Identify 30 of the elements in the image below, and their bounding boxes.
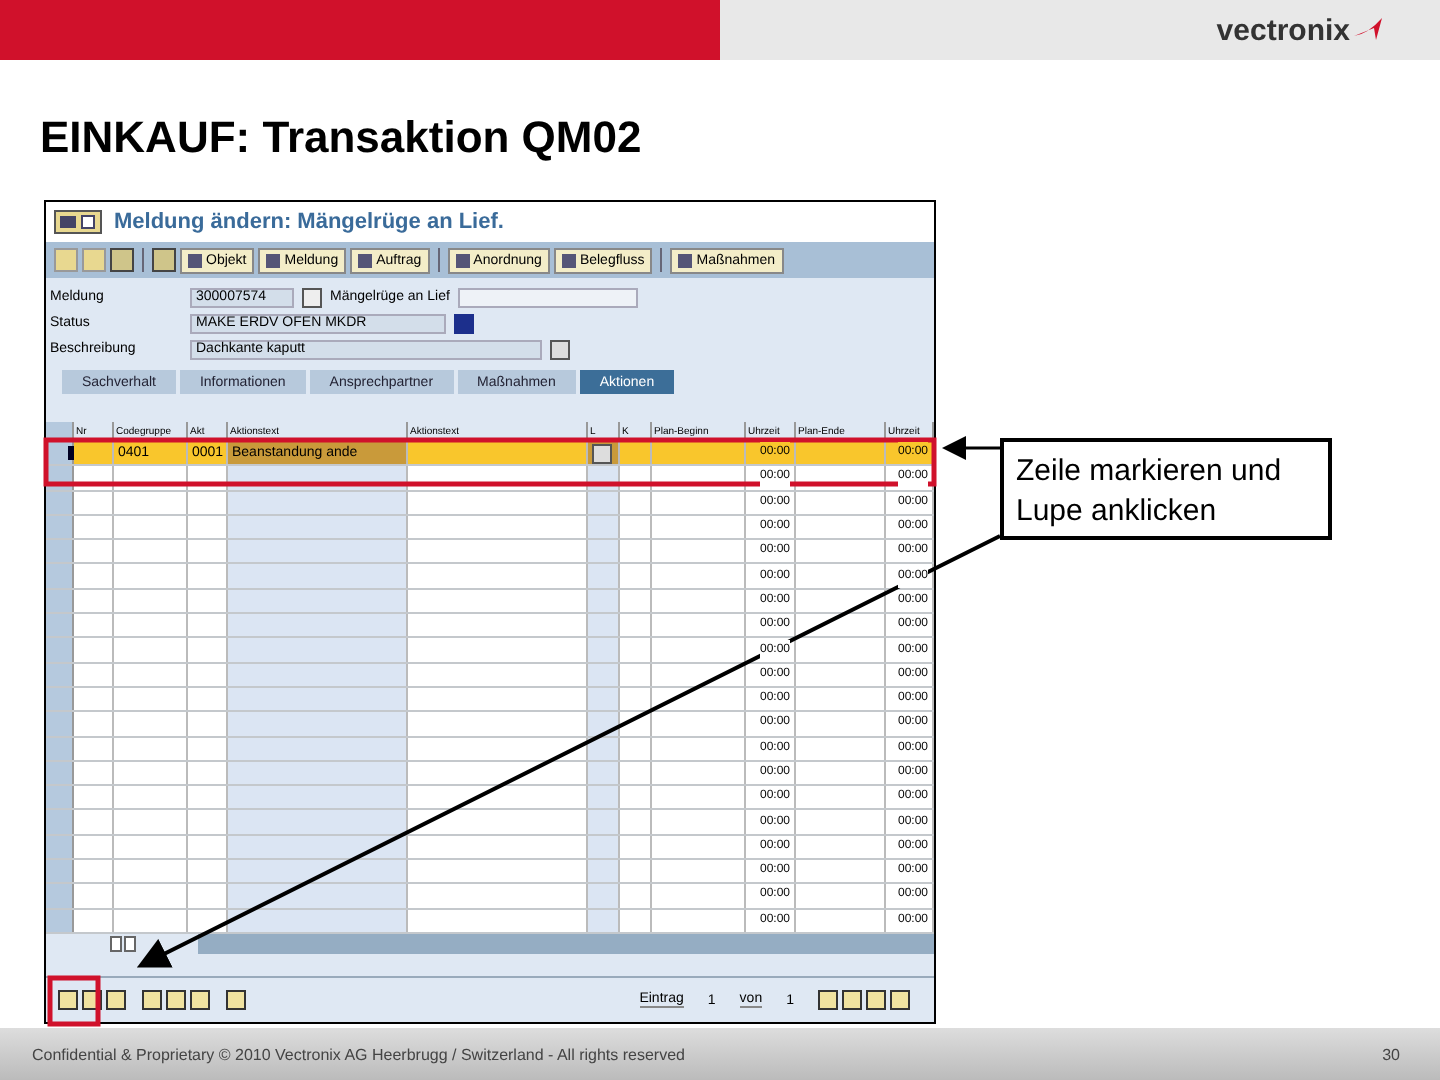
- highlight-frame: [47, 975, 101, 1027]
- table-cell: [588, 810, 620, 834]
- scroll-bar[interactable]: [198, 933, 934, 954]
- scroll-right-icon[interactable]: [124, 935, 136, 952]
- table-cell: [588, 835, 620, 859]
- callout-box: Zeile markieren und Lupe anklicken: [1000, 438, 1332, 540]
- logo-text: vectronix: [1216, 13, 1350, 47]
- table-cell: [588, 909, 620, 932]
- footer-text: Confidential & Proprietary © 2010 Vectronix AG Heerbrugg / Switzerland - All rights reserved: [32, 1045, 685, 1063]
- table-cell: [588, 786, 620, 809]
- table-cell: [588, 589, 620, 613]
- page-number: 30: [1382, 1045, 1400, 1063]
- slide-title: EINKAUF: Transaktion QM02: [38, 110, 644, 166]
- table-cell: [588, 884, 620, 908]
- table-cell: [588, 860, 620, 883]
- input-field[interactable]: [457, 287, 638, 307]
- table-cell: [588, 540, 620, 563]
- table-cell: [588, 712, 620, 736]
- table-cell: [588, 515, 620, 539]
- logo-swoosh-icon: [1352, 16, 1384, 44]
- scroll-left-icon[interactable]: [110, 935, 122, 952]
- table-cell: [588, 761, 620, 785]
- table-cell: [588, 663, 620, 686]
- table-cell: [588, 687, 620, 711]
- table-cell: [588, 638, 620, 662]
- pointer-arrow: [942, 436, 1000, 460]
- table-cell: [588, 564, 620, 588]
- window-title: Meldung ändern: Mängelrüge an Lief.: [114, 210, 504, 234]
- table-cell: [588, 491, 620, 514]
- table-cell: [588, 614, 620, 637]
